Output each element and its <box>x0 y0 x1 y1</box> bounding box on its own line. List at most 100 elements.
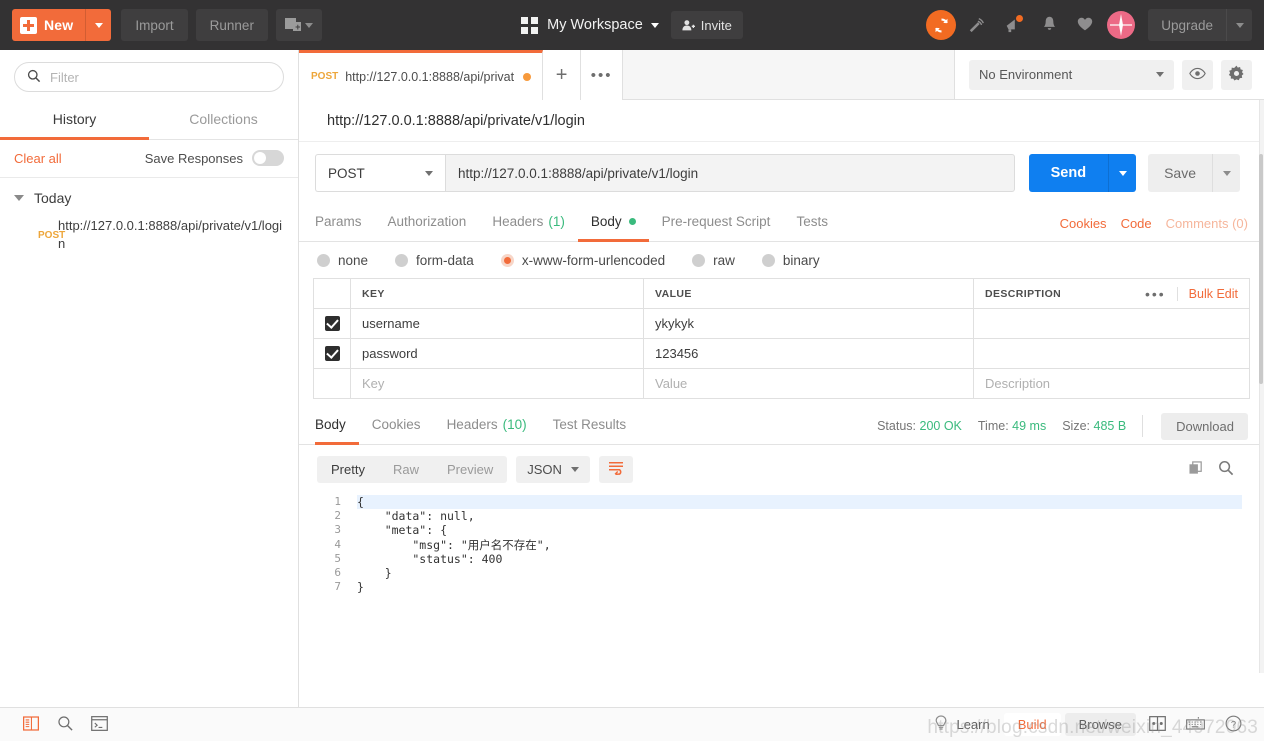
url-bar: POST Send Save <box>299 142 1264 205</box>
new-button-main[interactable]: New <box>12 9 85 41</box>
body-type-form-data[interactable]: form-data <box>395 253 474 268</box>
new-button[interactable]: New <box>12 9 112 41</box>
body-type-binary[interactable]: binary <box>761 253 820 268</box>
row-checkbox-cell <box>314 309 351 338</box>
tab-pre-request-script[interactable]: Pre-request Script <box>649 205 784 242</box>
history-item[interactable]: POST http://127.0.0.1:8888/api/private/v… <box>0 210 298 260</box>
sync-button[interactable] <box>924 8 958 42</box>
response-tab-headers-count: (10) <box>502 417 527 432</box>
row-value-cell[interactable]: 123456 <box>644 339 974 368</box>
size-value: 485 B <box>1093 419 1127 433</box>
runner-label: Runner <box>209 17 254 33</box>
response-tab-cookies[interactable]: Cookies <box>359 408 434 445</box>
sidebar-tab-collections[interactable]: Collections <box>149 102 298 140</box>
save-button[interactable]: Save <box>1148 154 1240 192</box>
request-tab-options-button[interactable]: ••• <box>581 50 624 100</box>
url-input[interactable] <box>445 154 1015 192</box>
code-content[interactable]: { "data": null, "meta": { "msg": "用户名不存在… <box>345 492 1242 707</box>
announcements-button[interactable] <box>996 8 1030 42</box>
request-tab[interactable]: POST http://127.0.0.1:8888/api/privat <box>299 50 544 100</box>
sidebar-tab-history[interactable]: History <box>0 102 149 140</box>
tab-body[interactable]: Body <box>577 205 649 242</box>
sidebar-toggle-icon <box>22 715 40 734</box>
view-mode-raw[interactable]: Raw <box>379 456 433 483</box>
import-button[interactable]: Import <box>121 9 188 41</box>
body-type-raw[interactable]: raw <box>692 253 735 268</box>
line-number: 3 <box>334 523 341 537</box>
row-key-cell[interactable]: username <box>351 309 644 338</box>
environment-quick-look-button[interactable] <box>1182 59 1213 90</box>
invite-button[interactable]: Invite <box>670 11 743 39</box>
search-icon[interactable] <box>1218 460 1234 479</box>
table-empty-row[interactable]: Key Value Description <box>314 369 1249 399</box>
copy-icon[interactable] <box>1189 460 1204 479</box>
comments-link[interactable]: Comments (0) <box>1166 216 1248 231</box>
help-button[interactable]: ? <box>1216 710 1250 740</box>
tab-headers[interactable]: Headers (1) <box>479 205 578 242</box>
response-tab-headers[interactable]: Headers (10) <box>434 408 540 445</box>
browse-button[interactable]: Browse <box>1064 713 1136 736</box>
history-group-header[interactable]: Today <box>0 190 298 210</box>
tab-tests[interactable]: Tests <box>783 205 841 242</box>
bulk-edit-button[interactable]: Bulk Edit <box>1176 286 1238 301</box>
clear-all-button[interactable]: Clear all <box>14 151 62 166</box>
upgrade-dropdown-toggle[interactable] <box>1226 9 1252 41</box>
filter-box[interactable] <box>14 62 284 92</box>
response-tab-body[interactable]: Body <box>315 408 359 445</box>
send-button[interactable]: Send <box>1028 154 1137 192</box>
user-avatar-button[interactable] <box>1104 8 1138 42</box>
save-dropdown-toggle[interactable] <box>1212 154 1240 192</box>
cookies-link[interactable]: Cookies <box>1060 216 1107 231</box>
table-row[interactable]: password 123456 <box>314 339 1249 369</box>
empty-row-description-cell[interactable]: Description <box>974 369 1249 398</box>
method-select[interactable]: POST <box>315 154 445 192</box>
table-row[interactable]: username ykykyk <box>314 309 1249 339</box>
empty-row-key-cell[interactable]: Key <box>351 369 644 398</box>
view-mode-pretty[interactable]: Pretty <box>317 456 379 483</box>
row-description-cell[interactable] <box>974 339 1249 368</box>
response-body-code[interactable]: 1 2 3 4 5 6 7 { "data": null, "meta": { … <box>313 492 1242 707</box>
keyboard-shortcuts-button[interactable] <box>1178 710 1212 740</box>
new-window-button[interactable]: + <box>275 9 322 41</box>
row-key-cell[interactable]: password <box>351 339 644 368</box>
favorites-button[interactable] <box>1068 8 1102 42</box>
runner-button[interactable]: Runner <box>195 9 268 41</box>
body-type-urlencoded[interactable]: x-www-form-urlencoded <box>500 253 665 268</box>
tab-params[interactable]: Params <box>315 205 375 242</box>
satellite-icon <box>968 15 986 36</box>
environment-settings-button[interactable] <box>1221 59 1252 90</box>
console-button[interactable] <box>82 710 116 740</box>
row-value-cell[interactable]: ykykyk <box>644 309 974 338</box>
build-button[interactable]: Build <box>1003 713 1061 736</box>
workspace-name[interactable]: My Workspace <box>547 17 643 33</box>
view-mode-preview[interactable]: Preview <box>433 456 507 483</box>
row-checkbox[interactable] <box>324 316 340 331</box>
code-link[interactable]: Code <box>1121 216 1152 231</box>
new-request-tab-button[interactable]: + <box>543 50 582 100</box>
environment-select[interactable]: No Environment <box>969 59 1174 90</box>
table-options-button[interactable]: ••• <box>1134 286 1177 302</box>
save-responses-toggle[interactable] <box>252 150 284 166</box>
satellite-button[interactable] <box>960 8 994 42</box>
find-button[interactable] <box>48 710 82 740</box>
content-scrollbar-thumb[interactable] <box>1259 154 1263 384</box>
row-description-cell[interactable] <box>974 309 1249 338</box>
chevron-down-icon[interactable] <box>650 22 659 28</box>
tab-authorization[interactable]: Authorization <box>375 205 480 242</box>
bulb-icon <box>934 715 948 734</box>
row-checkbox[interactable] <box>324 346 340 361</box>
response-tab-test-results[interactable]: Test Results <box>540 408 640 445</box>
new-dropdown-toggle[interactable] <box>85 9 111 41</box>
wrap-lines-button[interactable] <box>598 456 633 483</box>
format-select[interactable]: JSON <box>516 456 590 483</box>
sidebar-toggle-button[interactable] <box>14 710 48 740</box>
notifications-button[interactable] <box>1032 8 1066 42</box>
learn-button[interactable]: Learn <box>924 715 999 734</box>
two-pane-layout-button[interactable] <box>1140 710 1174 740</box>
download-button[interactable]: Download <box>1161 412 1248 440</box>
empty-row-value-cell[interactable]: Value <box>644 369 974 398</box>
body-type-none[interactable]: none <box>317 253 368 268</box>
send-dropdown-toggle[interactable] <box>1108 154 1136 192</box>
filter-input[interactable] <box>50 69 271 85</box>
upgrade-button[interactable]: Upgrade <box>1148 9 1252 41</box>
